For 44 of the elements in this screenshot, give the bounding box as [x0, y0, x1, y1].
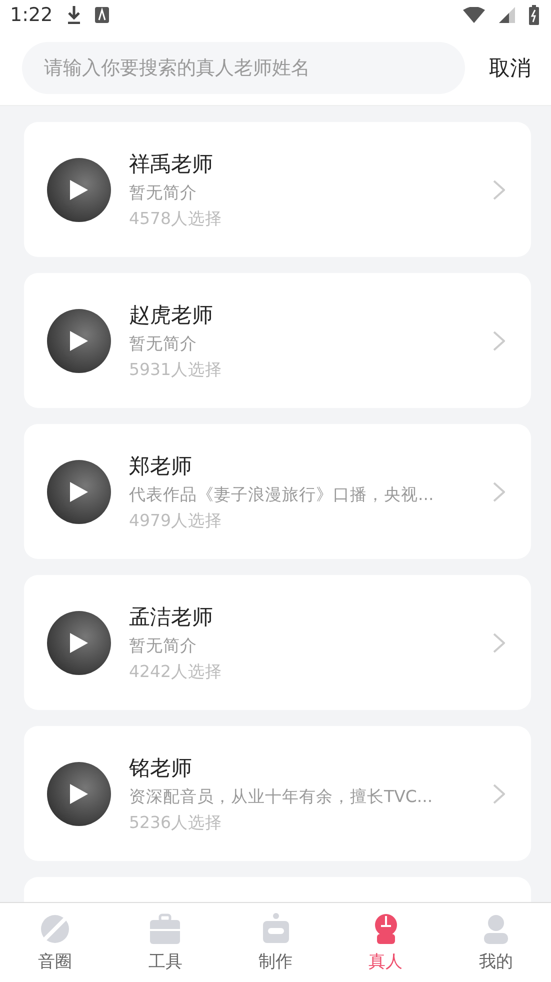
selection-count: 4242人选择: [129, 660, 223, 682]
search-field[interactable]: 请输入你要搜索的真人老师姓名: [22, 42, 465, 94]
battery-icon: [529, 5, 539, 25]
teacher-card[interactable]: 赵虎老师 暂无简介 5931人选择: [24, 273, 531, 408]
selection-count: 4578人选择: [129, 208, 223, 230]
chevron-right-icon: [493, 482, 505, 502]
teacher-name: 孟洁老师: [129, 604, 214, 630]
chevron-right-icon: [493, 784, 505, 804]
selection-count: 4979人选择: [129, 510, 223, 532]
play-icon: [70, 482, 88, 502]
chevron-right-icon: [493, 632, 505, 652]
selection-count: 5236人选择: [129, 812, 223, 834]
teacher-card[interactable]: 郑老师 代表作品《妻子浪漫旅行》口播，央视... 4979人选择: [24, 424, 531, 559]
teacher-name: 祥禹老师: [129, 150, 214, 178]
signal-icon: [499, 7, 515, 23]
notification-icon: [94, 7, 109, 23]
teacher-intro: 暂无简介: [129, 332, 198, 354]
chevron-right-icon: [493, 180, 505, 200]
play-icon: [70, 784, 88, 804]
wifi-icon: [463, 7, 485, 23]
teacher-card[interactable]: 孟洁老师 暂无简介 4242人选择: [24, 575, 531, 710]
nav-tab[interactable]: 制作: [220, 903, 331, 982]
cancel-button[interactable]: 取消: [487, 50, 533, 86]
play-icon: [70, 632, 88, 652]
teacher-card[interactable]: 祥禹老师 暂无简介 4578人选择: [24, 122, 531, 257]
teacher-name: 赵虎老师: [129, 302, 214, 328]
chevron-right-icon: [493, 330, 505, 350]
teacher-intro: 代表作品《妻子浪漫旅行》口播，央视...: [129, 484, 435, 506]
teacher-card[interactable]: 铭老师 资深配音员，从业十年有余，擅长TVC... 5236人选择: [24, 726, 531, 861]
nav-tab[interactable]: 工具: [110, 903, 220, 982]
teacher-name: 铭老师: [129, 754, 193, 782]
nav-tab[interactable]: 我的: [440, 903, 551, 982]
teacher-intro: 资深配音员，从业十年有余，擅长TVC...: [129, 786, 434, 808]
play-icon: [70, 180, 88, 200]
status-time: 1:22: [10, 4, 53, 26]
nav-tab[interactable]: 真人: [330, 903, 441, 982]
selection-count: 5931人选择: [129, 358, 223, 380]
play-icon: [70, 330, 88, 350]
teacher-intro: 暂无简介: [129, 634, 198, 656]
teacher-name: 郑老师: [129, 452, 193, 480]
download-icon: [66, 6, 81, 24]
nav-tab[interactable]: 音圈: [0, 903, 110, 982]
briefcase-icon: [148, 912, 182, 946]
teacher-intro: 暂无简介: [129, 182, 198, 204]
